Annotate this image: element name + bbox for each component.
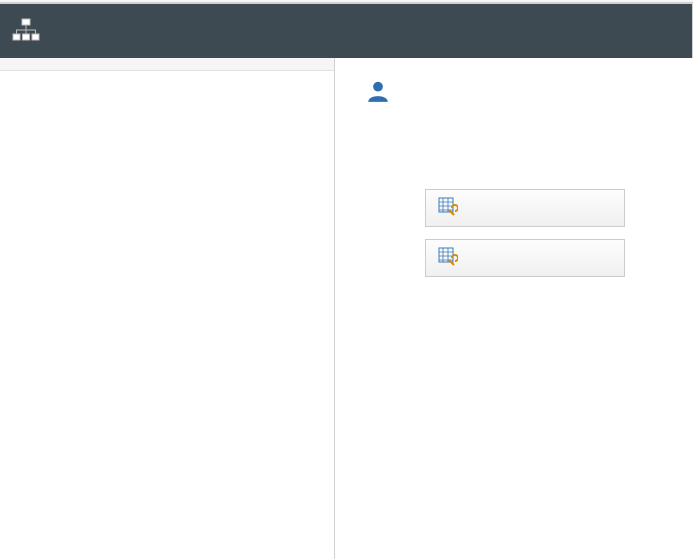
grid-wrench-icon [438,247,458,270]
detail-header [365,78,663,107]
left-panel-title [0,58,334,71]
page-header [0,3,693,58]
config-permissions-button[interactable] [425,239,625,277]
org-chart-icon [12,18,40,45]
detail-panel [335,58,693,559]
org-tree[interactable] [0,71,334,559]
grid-wrench-icon [438,197,458,220]
user-icon [365,78,391,107]
left-panel [0,58,335,559]
main-area [0,58,693,559]
view-permissions-button[interactable] [425,189,625,227]
action-buttons [425,189,663,277]
